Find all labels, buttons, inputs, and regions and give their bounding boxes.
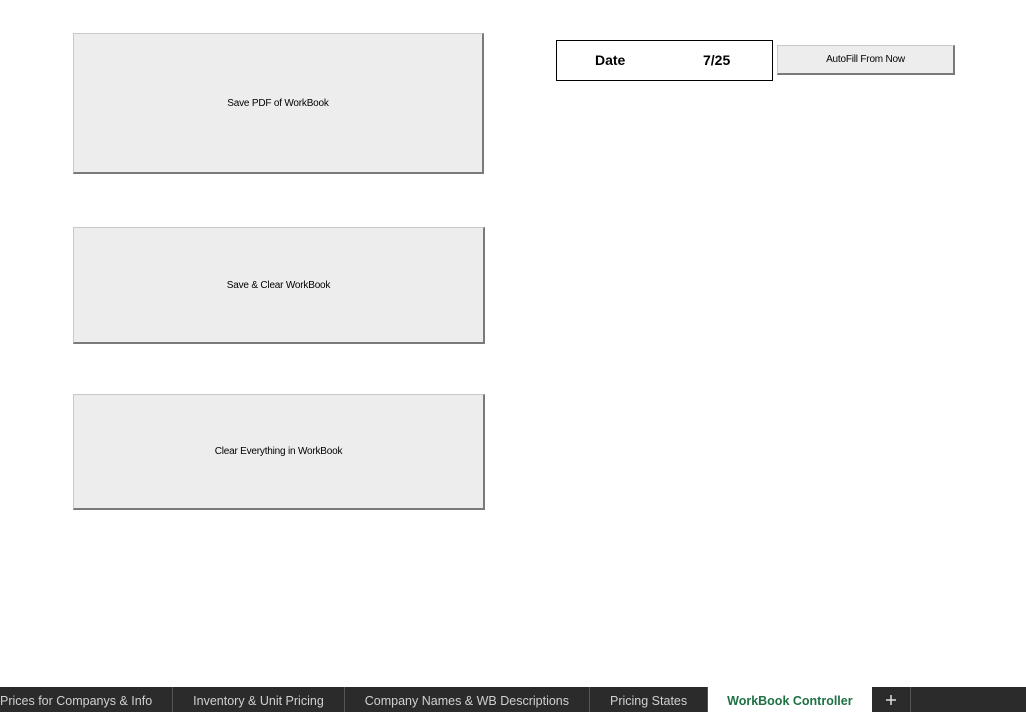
tab-label: Pricing States bbox=[610, 693, 688, 708]
date-cell-box[interactable]: Date 7/25 bbox=[556, 40, 773, 81]
save-clear-button[interactable]: Save & Clear WorkBook bbox=[73, 227, 485, 344]
save-pdf-button[interactable]: Save PDF of WorkBook bbox=[73, 33, 484, 174]
autofill-from-now-button[interactable]: AutoFill From Now bbox=[777, 45, 955, 75]
tab-company-names-wb-descriptions[interactable]: Company Names & WB Descriptions bbox=[345, 687, 590, 712]
date-value[interactable]: 7/25 bbox=[703, 52, 730, 68]
date-label: Date bbox=[595, 52, 626, 68]
add-sheet-button[interactable] bbox=[872, 687, 911, 712]
worksheet-grid[interactable]: Save PDF of WorkBook Save & Clear WorkBo… bbox=[0, 0, 1026, 687]
sheet-tab-bar: Prices for Companys & Info Inventory & U… bbox=[0, 687, 1026, 712]
tab-prices-for-companys[interactable]: Prices for Companys & Info bbox=[0, 687, 174, 712]
plus-icon bbox=[885, 694, 896, 705]
tab-label: Company Names & WB Descriptions bbox=[364, 693, 569, 708]
tab-inventory-unit-pricing[interactable]: Inventory & Unit Pricing bbox=[173, 687, 345, 712]
clear-everything-button[interactable]: Clear Everything in WorkBook bbox=[73, 394, 485, 510]
tab-label: Inventory & Unit Pricing bbox=[193, 693, 324, 708]
tab-pricing-states[interactable]: Pricing States bbox=[590, 687, 709, 712]
tab-workbook-controller[interactable]: WorkBook Controller bbox=[708, 687, 872, 712]
tab-label: Prices for Companys & Info bbox=[0, 693, 153, 708]
tab-label: WorkBook Controller bbox=[727, 693, 853, 708]
